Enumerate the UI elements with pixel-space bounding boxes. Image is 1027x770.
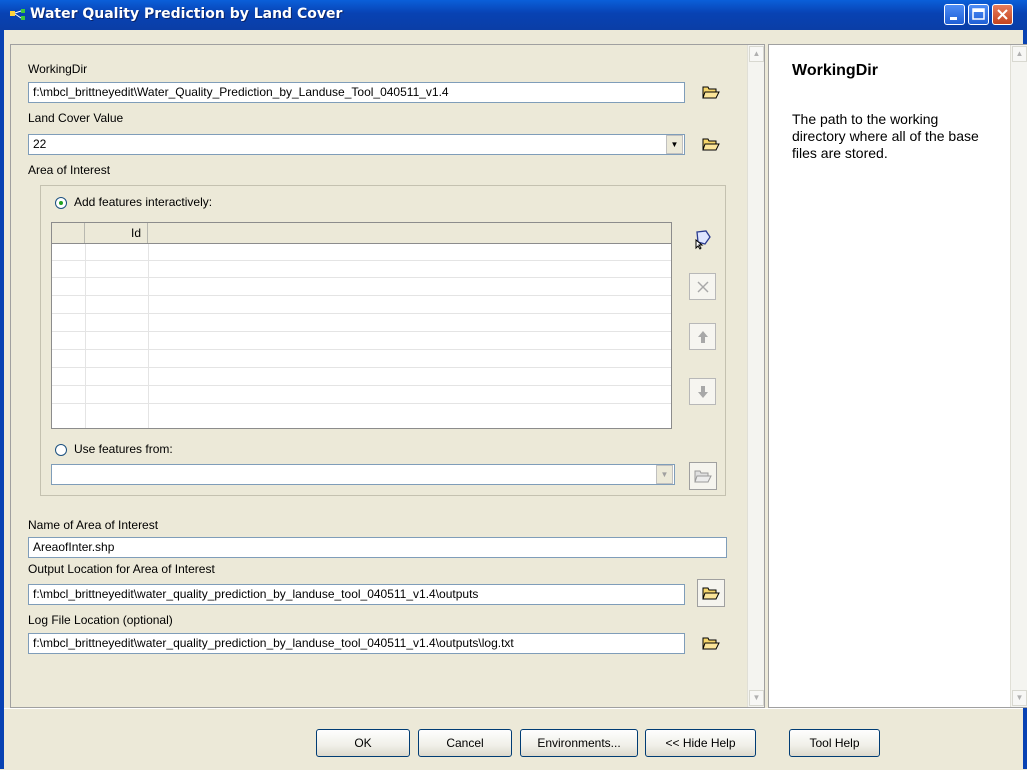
hide-help-button[interactable]: << Hide Help <box>645 729 756 757</box>
parameters-scrollbar[interactable]: ▲ ▼ <box>747 45 764 707</box>
delete-feature-button[interactable] <box>689 273 716 300</box>
table-row[interactable] <box>52 279 671 296</box>
open-folder-icon <box>702 637 720 650</box>
help-pane: WorkingDir The path to the working direc… <box>768 44 1027 708</box>
features-table[interactable]: Id <box>51 222 672 429</box>
radio-selected-dot <box>59 201 63 205</box>
help-description: The path to the working directory where … <box>792 111 979 161</box>
maximize-icon <box>972 8 985 20</box>
table-row[interactable] <box>52 244 671 261</box>
help-scrollbar[interactable]: ▲ ▼ <box>1010 45 1027 707</box>
working-dir-label: WorkingDir <box>28 62 88 76</box>
chevron-down-icon[interactable]: ▼ <box>656 465 673 484</box>
table-header-cell <box>52 223 85 243</box>
use-features-label: Use features from: <box>74 442 173 456</box>
scroll-up-icon[interactable]: ▲ <box>1012 46 1027 62</box>
arrow-up-icon <box>697 330 708 343</box>
use-features-radio[interactable] <box>55 444 67 456</box>
use-features-browse-button[interactable] <box>689 462 717 490</box>
sketch-polygon-icon <box>695 229 711 250</box>
maximize-button[interactable] <box>968 4 989 25</box>
minimize-icon <box>950 17 957 20</box>
table-row[interactable] <box>52 297 671 314</box>
log-file-browse-button[interactable] <box>698 631 724 655</box>
table-row[interactable] <box>52 351 671 368</box>
minimize-button[interactable] <box>944 4 965 25</box>
table-row[interactable] <box>52 369 671 386</box>
move-down-button[interactable] <box>689 378 716 405</box>
add-features-label: Add features interactively: <box>74 195 213 209</box>
table-row[interactable] <box>52 315 671 332</box>
title-bar[interactable]: Water Quality Prediction by Land Cover <box>0 0 1027 30</box>
output-location-field[interactable]: f:\mbcl_brittneyedit\water_quality_predi… <box>28 584 685 605</box>
help-title: WorkingDir <box>792 62 878 79</box>
ok-button[interactable]: OK <box>316 729 410 757</box>
open-folder-icon <box>702 138 720 151</box>
model-tool-icon <box>10 9 25 20</box>
working-dir-field[interactable]: f:\mbcl_brittneyedit\Water_Quality_Predi… <box>28 82 685 103</box>
table-header-id[interactable]: Id <box>85 223 148 243</box>
tool-help-button[interactable]: Tool Help <box>789 729 880 757</box>
add-feature-button[interactable] <box>689 225 716 252</box>
table-row[interactable] <box>52 261 671 278</box>
close-button[interactable] <box>992 4 1013 25</box>
area-of-interest-label: Area of Interest <box>28 163 111 177</box>
scroll-down-icon[interactable]: ▼ <box>749 690 764 706</box>
open-folder-icon <box>702 86 720 99</box>
use-features-select[interactable] <box>51 464 675 485</box>
delete-icon <box>697 281 708 292</box>
open-folder-icon <box>702 587 720 600</box>
scroll-down-icon[interactable]: ▼ <box>1012 690 1027 706</box>
aoi-name-field[interactable]: AreaofInter.shp <box>28 537 727 558</box>
table-row[interactable] <box>52 387 671 404</box>
working-dir-browse-button[interactable] <box>698 80 724 104</box>
table-header: Id <box>52 223 671 244</box>
close-icon <box>997 9 1008 20</box>
open-folder-icon <box>694 470 712 483</box>
add-features-radio[interactable] <box>55 197 67 209</box>
aoi-name-label: Name of Area of Interest <box>28 518 159 532</box>
move-up-button[interactable] <box>689 323 716 350</box>
window-frame-left <box>0 30 4 769</box>
window-title: Water Quality Prediction by Land Cover <box>30 6 343 22</box>
land-cover-browse-button[interactable] <box>698 132 724 156</box>
chevron-down-icon[interactable]: ▼ <box>666 135 683 154</box>
scroll-up-icon[interactable]: ▲ <box>749 46 764 62</box>
log-file-field[interactable]: f:\mbcl_brittneyedit\water_quality_predi… <box>28 633 685 654</box>
arrow-down-icon <box>697 385 708 398</box>
land-cover-label: Land Cover Value <box>28 111 124 125</box>
cancel-button[interactable]: Cancel <box>418 729 512 757</box>
output-location-browse-button[interactable] <box>697 579 725 607</box>
log-file-label: Log File Location (optional) <box>28 613 173 627</box>
land-cover-select[interactable]: 22 <box>28 134 685 155</box>
table-row[interactable] <box>52 333 671 350</box>
output-location-label: Output Location for Area of Interest <box>28 562 215 576</box>
environments-button[interactable]: Environments... <box>520 729 638 757</box>
table-header-cell <box>148 223 671 243</box>
